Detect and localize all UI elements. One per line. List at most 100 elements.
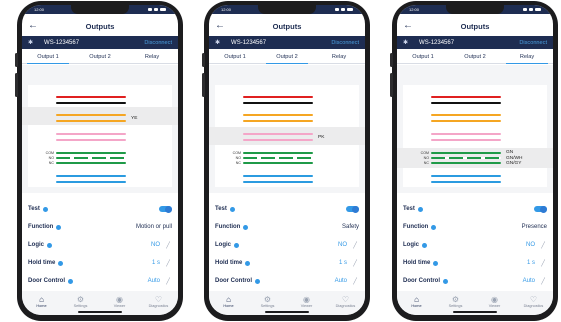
- notch: [71, 5, 129, 14]
- terminal-no: NO: [235, 156, 241, 160]
- output-tabs: Output 1 Output 2 Relay: [22, 51, 178, 64]
- function-row[interactable]: Function Motion or pull: [22, 218, 178, 236]
- info-icon[interactable]: [229, 206, 235, 212]
- edit-icon[interactable]: ╱: [351, 260, 359, 267]
- info-icon[interactable]: [433, 260, 439, 266]
- function-row[interactable]: Function Safety: [209, 218, 365, 236]
- logic-row[interactable]: Logic NO ╱: [22, 236, 178, 254]
- edit-icon[interactable]: ╱: [164, 278, 172, 285]
- terminal-com: COM: [420, 151, 429, 155]
- info-icon[interactable]: [56, 224, 62, 230]
- edit-icon[interactable]: ╱: [351, 242, 359, 249]
- nav-home[interactable]: ⌂ Home: [403, 295, 431, 308]
- nav-settings-label: Settings: [260, 304, 275, 308]
- wire-orange: [56, 114, 126, 117]
- hold-time-label: Hold time: [28, 260, 56, 266]
- edit-icon[interactable]: ╱: [351, 278, 359, 285]
- wire-black: [56, 102, 126, 105]
- home-indicator: [78, 311, 122, 313]
- edit-icon[interactable]: ╱: [539, 278, 547, 285]
- info-icon[interactable]: [234, 242, 239, 248]
- wire-yellow: [56, 120, 126, 123]
- door-control-row[interactable]: Door Control Auto ╱: [397, 272, 553, 290]
- nav-viewer[interactable]: ◉ Viewer: [293, 295, 321, 308]
- info-icon[interactable]: [422, 242, 427, 248]
- disconnect-button[interactable]: Disconnect: [331, 40, 359, 46]
- wire-green-grey: [243, 162, 313, 165]
- nav-diagnostics-label: Diagnostics: [335, 304, 356, 308]
- nav-viewer[interactable]: ◉ Viewer: [106, 295, 134, 308]
- tab-relay[interactable]: Relay: [313, 51, 365, 63]
- info-icon[interactable]: [243, 224, 249, 230]
- info-icon[interactable]: [431, 224, 437, 230]
- info-icon[interactable]: [417, 206, 423, 212]
- nav-diagnostics[interactable]: ♡ Diagnostics: [332, 295, 360, 308]
- hold-time-row[interactable]: Hold time 1 s ╱: [22, 254, 178, 272]
- logic-row[interactable]: Logic NO ╱: [209, 236, 365, 254]
- stethoscope-icon: ♡: [529, 295, 538, 304]
- tab-output-2[interactable]: Output 2: [261, 51, 313, 64]
- info-icon[interactable]: [68, 278, 73, 284]
- logic-label: Logic: [215, 242, 231, 248]
- nav-settings[interactable]: ⚙ Settings: [67, 295, 95, 308]
- wire-pink: [56, 133, 126, 136]
- disconnect-button[interactable]: Disconnect: [519, 40, 547, 46]
- phone-screen: 12:00 ← Outputs ✱ WS-1234567 Disconnect …: [209, 5, 365, 315]
- wire-label-gn-wh: GN/WH: [506, 155, 523, 161]
- wire-pink: [431, 133, 501, 136]
- info-icon[interactable]: [245, 260, 251, 266]
- test-toggle[interactable]: [534, 205, 547, 213]
- nav-settings[interactable]: ⚙ Settings: [442, 295, 470, 308]
- tab-relay[interactable]: Relay: [501, 51, 553, 64]
- test-toggle[interactable]: [159, 205, 172, 213]
- function-row[interactable]: Function Presence: [397, 218, 553, 236]
- info-icon[interactable]: [47, 242, 52, 248]
- nav-home-label: Home: [36, 304, 47, 308]
- door-control-row[interactable]: Door Control Auto ╱: [22, 272, 178, 290]
- nav-settings[interactable]: ⚙ Settings: [254, 295, 282, 308]
- test-label: Test: [215, 206, 227, 212]
- nav-diagnostics[interactable]: ♡ Diagnostics: [520, 295, 548, 308]
- info-icon[interactable]: [42, 206, 48, 212]
- back-arrow-icon[interactable]: ←: [215, 21, 225, 31]
- wire-blue-2: [431, 181, 501, 184]
- back-arrow-icon[interactable]: ←: [403, 21, 413, 31]
- info-icon[interactable]: [58, 260, 64, 266]
- hold-time-row[interactable]: Hold time 1 s ╱: [209, 254, 365, 272]
- logic-row[interactable]: Logic NO ╱: [397, 236, 553, 254]
- tab-output-2[interactable]: Output 2: [449, 51, 501, 63]
- logic-value: NO: [526, 242, 535, 248]
- gear-icon: ⚙: [76, 295, 85, 304]
- disconnect-button[interactable]: Disconnect: [144, 40, 172, 46]
- wire-orange: [431, 114, 501, 117]
- nav-settings-label: Settings: [448, 304, 463, 308]
- tab-output-1[interactable]: Output 1: [209, 51, 261, 63]
- nav-home[interactable]: ⌂ Home: [215, 295, 243, 308]
- nav-viewer[interactable]: ◉ Viewer: [481, 295, 509, 308]
- tab-output-1[interactable]: Output 1: [22, 51, 74, 64]
- back-arrow-icon[interactable]: ←: [28, 21, 38, 31]
- edit-icon[interactable]: ╱: [164, 242, 172, 249]
- bluetooth-icon: ✱: [215, 40, 221, 46]
- tab-output-2[interactable]: Output 2: [74, 51, 126, 63]
- phone-relay: 12:00 ← Outputs ✱ WS-1234567 Disconnect …: [390, 1, 558, 321]
- info-icon[interactable]: [443, 278, 448, 284]
- hold-time-label: Hold time: [215, 260, 243, 266]
- logic-value: NO: [338, 242, 347, 248]
- nav-home[interactable]: ⌂ Home: [28, 295, 56, 308]
- tab-relay[interactable]: Relay: [126, 51, 178, 63]
- function-label: Function: [215, 224, 241, 230]
- info-icon[interactable]: [255, 278, 260, 284]
- nav-diagnostics[interactable]: ♡ Diagnostics: [145, 295, 173, 308]
- terminal-nc: NC: [423, 161, 429, 165]
- edit-icon[interactable]: ╱: [164, 260, 172, 267]
- wiring-diagram: COM NO NC GN GN/WH GN/GY: [397, 65, 553, 193]
- function-label: Function: [403, 224, 429, 230]
- hold-time-row[interactable]: Hold time 1 s ╱: [397, 254, 553, 272]
- test-toggle[interactable]: [346, 205, 359, 213]
- edit-icon[interactable]: ╱: [539, 242, 547, 249]
- door-control-row[interactable]: Door Control Auto ╱: [209, 272, 365, 290]
- edit-icon[interactable]: ╱: [539, 260, 547, 267]
- tab-output-1[interactable]: Output 1: [397, 51, 449, 63]
- notch: [446, 5, 504, 14]
